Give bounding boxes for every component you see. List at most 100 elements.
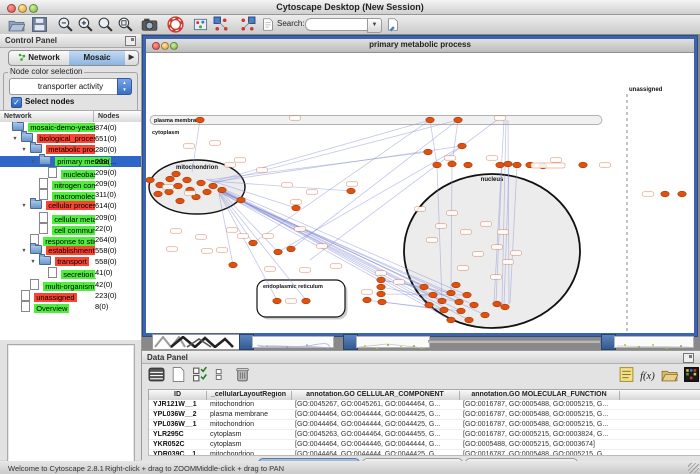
network-view-window[interactable]: primary metabolic process plasma membran… bbox=[143, 36, 697, 336]
network-node[interactable] bbox=[203, 189, 211, 195]
background-window-strip[interactable] bbox=[252, 336, 334, 348]
notes-icon[interactable] bbox=[618, 366, 635, 383]
vizmapper-icon[interactable] bbox=[193, 16, 208, 33]
network-node[interactable] bbox=[378, 299, 386, 305]
network-node[interactable] bbox=[183, 177, 191, 183]
network-node[interactable] bbox=[504, 161, 512, 167]
select-attributes-icon[interactable] bbox=[192, 366, 209, 383]
network-node[interactable] bbox=[146, 177, 154, 183]
network-node[interactable] bbox=[425, 302, 433, 308]
search-input[interactable] bbox=[305, 18, 375, 31]
network-node[interactable] bbox=[174, 183, 182, 189]
select-nodes-checkbox[interactable]: ✓ bbox=[11, 97, 22, 108]
tree-row[interactable]: cell communicat 22(0) bbox=[0, 223, 141, 234]
tree-row[interactable]: macromolecule 311(0) bbox=[0, 189, 141, 200]
network-node[interactable] bbox=[496, 162, 504, 168]
network-node[interactable] bbox=[172, 171, 180, 177]
zoom-selected-icon[interactable] bbox=[117, 16, 134, 33]
resize-grip[interactable] bbox=[688, 463, 699, 473]
network-node[interactable] bbox=[447, 290, 455, 296]
network-node[interactable] bbox=[302, 298, 310, 304]
tree-row[interactable]: nucleobase- 209(0) bbox=[0, 167, 141, 178]
table-row[interactable]: YPL036W__1 mitochondrion [GO:0044464, GO… bbox=[149, 420, 700, 430]
tree-row[interactable]: ▼ metabolic process 280(0) bbox=[0, 144, 141, 155]
network-node[interactable] bbox=[237, 197, 245, 203]
new-attribute-icon[interactable] bbox=[170, 366, 187, 383]
network-node[interactable] bbox=[433, 162, 441, 168]
open-file-icon[interactable] bbox=[8, 16, 25, 33]
column-header-cellular-component[interactable]: annotation.GO CELLULAR_COMPONENT bbox=[291, 391, 460, 400]
layout-icon-1[interactable] bbox=[213, 16, 230, 33]
table-row[interactable]: YPL036W__2 plasma membrane [GO:0044464, … bbox=[149, 410, 700, 420]
network-node[interactable] bbox=[377, 291, 385, 297]
network-node[interactable] bbox=[438, 298, 446, 304]
tab-mosaic[interactable]: Mosaic bbox=[69, 50, 126, 66]
network-node[interactable] bbox=[424, 149, 432, 155]
network-node[interactable] bbox=[377, 277, 385, 283]
tree-row[interactable]: Overview 8(0) bbox=[0, 301, 141, 312]
network-node[interactable] bbox=[678, 191, 686, 197]
network-node[interactable] bbox=[458, 143, 466, 149]
tree-row[interactable]: ▼ establishment of lo 558(0) bbox=[0, 245, 141, 256]
network-node[interactable] bbox=[440, 307, 448, 313]
save-session-icon[interactable] bbox=[31, 16, 48, 33]
tree-row[interactable]: multi-organism pro 42(0) bbox=[0, 279, 141, 290]
network-node[interactable] bbox=[273, 298, 281, 304]
network-node[interactable] bbox=[209, 183, 217, 189]
search-dropdown-icon[interactable]: ▼ bbox=[367, 18, 382, 33]
network-node[interactable] bbox=[501, 304, 509, 310]
float-panel-icon[interactable] bbox=[683, 353, 694, 363]
network-node[interactable] bbox=[447, 317, 455, 323]
network-node[interactable] bbox=[470, 302, 478, 308]
combo-stepper-icon[interactable]: ▲▼ bbox=[117, 78, 132, 95]
network-node[interactable] bbox=[452, 282, 460, 288]
network-node[interactable] bbox=[448, 161, 456, 167]
network-node[interactable] bbox=[455, 299, 463, 305]
network-node[interactable] bbox=[661, 191, 669, 197]
network-node[interactable] bbox=[377, 284, 385, 290]
help-lifering-icon[interactable] bbox=[167, 16, 184, 33]
unselect-attributes-icon[interactable] bbox=[213, 366, 226, 383]
tab-network[interactable]: Network bbox=[8, 50, 70, 66]
tree-row[interactable]: ▼ cellular process 614(0) bbox=[0, 200, 141, 211]
network-node[interactable] bbox=[464, 162, 472, 168]
network-node[interactable] bbox=[197, 180, 205, 186]
network-node[interactable] bbox=[481, 312, 489, 318]
network-node[interactable] bbox=[429, 292, 437, 298]
tree-row[interactable]: response to stimul 264(0) bbox=[0, 234, 141, 245]
column-header-region[interactable]: _cellularLayoutRegion bbox=[206, 391, 292, 400]
background-window-strip[interactable] bbox=[356, 336, 430, 348]
zoom-in-icon[interactable] bbox=[77, 16, 94, 33]
zoom-fit-icon[interactable] bbox=[97, 16, 114, 33]
network-node[interactable] bbox=[579, 162, 587, 168]
network-node[interactable] bbox=[513, 162, 521, 168]
network-node[interactable] bbox=[166, 176, 174, 182]
tree-row[interactable]: unassigned 223(0) bbox=[0, 290, 141, 301]
network-node[interactable] bbox=[154, 191, 162, 197]
network-node[interactable] bbox=[463, 292, 471, 298]
search-options-icon[interactable] bbox=[386, 16, 400, 33]
network-node[interactable] bbox=[249, 240, 257, 246]
network-node[interactable] bbox=[274, 249, 282, 255]
annotation-icon[interactable] bbox=[261, 16, 275, 33]
tree-row[interactable]: cellular metabol 209(0) bbox=[0, 212, 141, 223]
network-node[interactable] bbox=[426, 117, 434, 123]
network-node[interactable] bbox=[176, 198, 184, 204]
tree-row[interactable]: ▼ biological_process 651(0) bbox=[0, 133, 141, 144]
network-node[interactable] bbox=[347, 188, 355, 194]
attribute-combo-box[interactable]: transporter activity ▲▼ bbox=[9, 78, 132, 95]
network-node[interactable] bbox=[218, 187, 226, 193]
float-panel-icon[interactable] bbox=[125, 36, 136, 46]
tree-row[interactable]: ▼ transport 558(0) bbox=[0, 256, 141, 267]
matrix-icon[interactable] bbox=[683, 366, 700, 383]
tree-row[interactable]: nitrogen compo 209(0) bbox=[0, 178, 141, 189]
zoom-out-icon[interactable] bbox=[57, 16, 74, 33]
network-node[interactable] bbox=[457, 308, 465, 314]
table-row[interactable]: YJR121W__1 mitochondrion [GO:0045267, GO… bbox=[149, 400, 700, 410]
network-node[interactable] bbox=[196, 117, 204, 123]
tree-row[interactable]: secretion 41(0) bbox=[0, 267, 141, 278]
background-window-overview[interactable] bbox=[152, 334, 240, 350]
column-header-molecular-function[interactable]: annotation.GO MOLECULAR_FUNCTION bbox=[459, 391, 620, 400]
network-node[interactable] bbox=[420, 284, 428, 290]
network-node[interactable] bbox=[165, 189, 173, 195]
